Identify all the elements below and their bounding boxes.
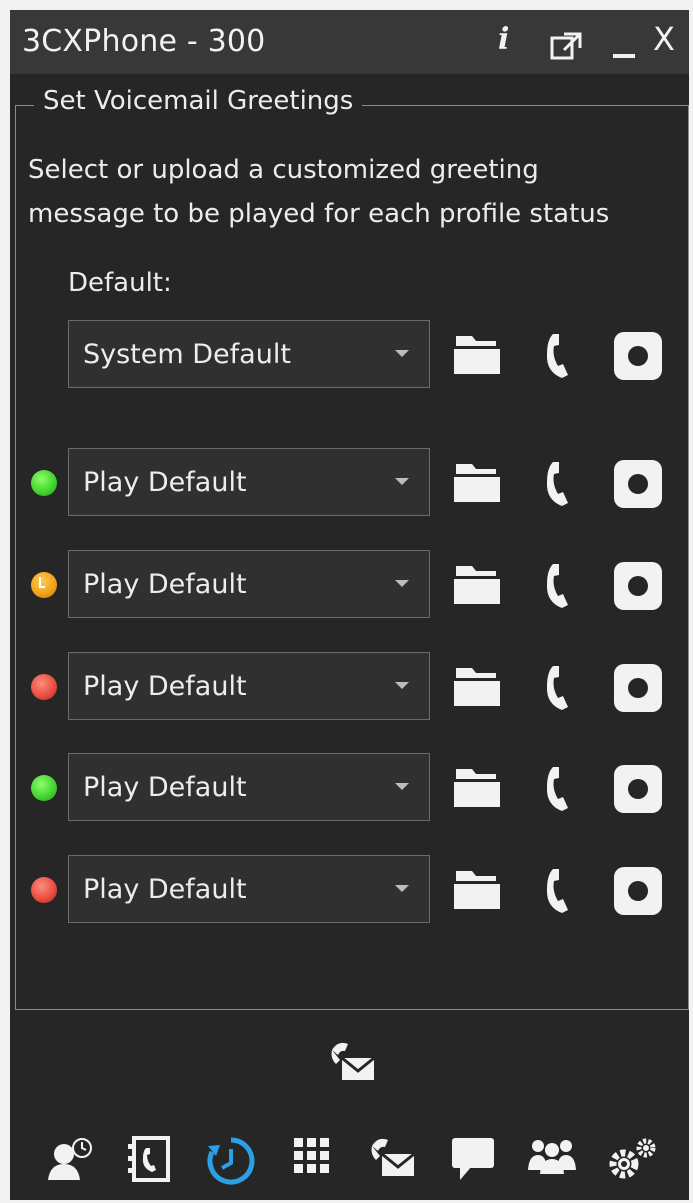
folder-icon[interactable] [454,664,502,712]
status-row-away: Play Default [16,550,690,620]
chevron-down-icon [395,350,409,357]
phone-icon[interactable] [544,332,578,384]
chevron-down-icon [395,478,409,485]
window-title: 3CXPhone - 300 [22,24,266,59]
status-dnd-icon [31,674,57,700]
title-bar[interactable]: 3CXPhone - 300 i X [10,10,689,74]
select-value: Play Default [83,467,247,498]
status-row-dnd: Play Default [16,652,690,722]
conference-icon[interactable] [526,1136,578,1180]
voicemail-greetings-group: Set Voicemail Greetings Select or upload… [15,86,690,1010]
description-line-2: message to be played for each profile st… [28,199,610,229]
record-icon[interactable] [614,765,662,817]
phone-icon[interactable] [544,460,578,512]
chat-icon[interactable] [450,1136,496,1186]
chevron-down-icon [395,885,409,892]
status-available-icon [31,470,57,496]
close-icon[interactable]: X [653,20,675,58]
info-icon[interactable]: i [498,22,509,57]
contacts-icon[interactable] [128,1136,172,1186]
app-window: 3CXPhone - 300 i X Set Voicemail Greetin… [10,10,689,1200]
select-value: System Default [83,339,291,370]
call-history-icon[interactable] [206,1136,256,1190]
default-greeting-select[interactable]: System Default [68,320,430,388]
select-value: Play Default [83,569,247,600]
select-value: Play Default [83,671,247,702]
status-row-custom-available: Play Default [16,753,690,823]
status-row-available: Play Default [16,448,690,518]
settings-icon[interactable] [606,1136,660,1186]
phone-icon[interactable] [544,765,578,817]
bottom-nav [10,1120,689,1200]
folder-icon[interactable] [454,765,502,813]
default-label: Default: [68,268,172,298]
status-away-icon [31,572,57,598]
select-value: Play Default [83,874,247,905]
chevron-down-icon [395,783,409,790]
phone-icon[interactable] [544,664,578,716]
description-line-1: Select or upload a customized greeting [28,155,539,185]
record-icon[interactable] [614,332,662,384]
greeting-select-custom-available[interactable]: Play Default [68,753,430,821]
greeting-select-away[interactable]: Play Default [68,550,430,618]
record-icon[interactable] [614,664,662,716]
description: Select or upload a customized greeting m… [28,148,668,236]
minimize-icon[interactable] [613,32,637,64]
record-icon[interactable] [614,562,662,614]
status-row-custom-busy: Play Default [16,855,690,925]
folder-icon[interactable] [454,562,502,610]
default-greeting-row: System Default [16,320,690,390]
record-icon[interactable] [614,867,662,919]
greeting-select-custom-busy[interactable]: Play Default [68,855,430,923]
chevron-down-icon [395,580,409,587]
folder-icon[interactable] [454,867,502,915]
group-title: Set Voicemail Greetings [34,86,363,116]
greeting-select-available[interactable]: Play Default [68,448,430,516]
phone-icon[interactable] [544,867,578,919]
dialpad-icon[interactable] [292,1136,332,1180]
select-value: Play Default [83,772,247,803]
popout-icon[interactable] [550,30,584,64]
folder-icon[interactable] [454,460,502,508]
voicemail-icon[interactable] [328,1040,378,1088]
folder-icon[interactable] [454,332,502,380]
status-custom-available-icon [31,775,57,801]
record-icon[interactable] [614,460,662,512]
chevron-down-icon [395,682,409,689]
greeting-select-dnd[interactable]: Play Default [68,652,430,720]
status-custom-busy-icon [31,877,57,903]
presence-icon[interactable] [46,1136,96,1186]
voicemail-icon[interactable] [368,1136,418,1184]
phone-icon[interactable] [544,562,578,614]
